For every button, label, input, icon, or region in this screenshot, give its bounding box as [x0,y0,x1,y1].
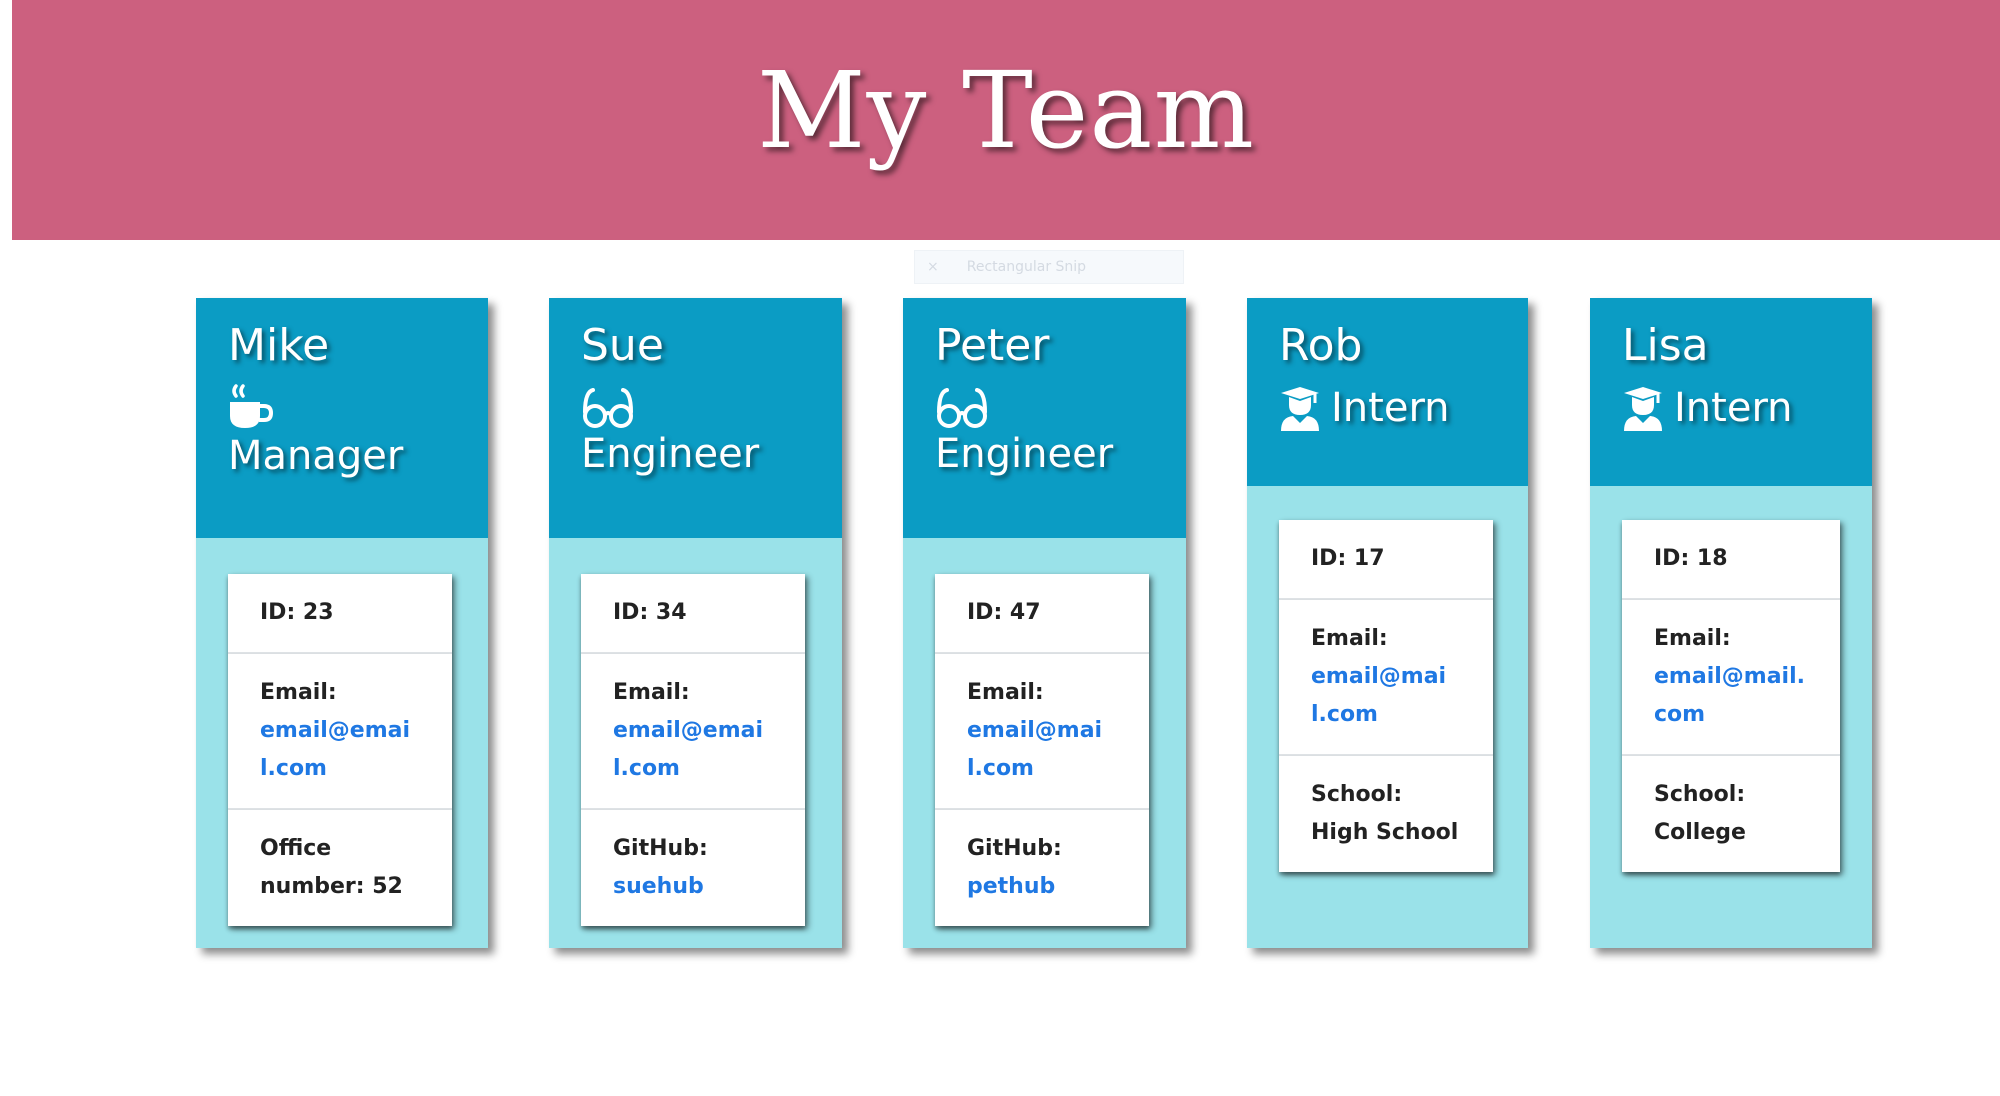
id-item: ID: 18 [1622,520,1840,600]
close-icon[interactable]: × [927,259,939,275]
email-item: Email: email@mail.com [935,654,1149,810]
github-link[interactable]: suehub [613,874,704,899]
employee-card-lisa: Lisa Intern ID: 18 Email: email@mail.com… [1590,298,1872,948]
info-list: ID: 17 Email: email@mail.com School: Hig… [1279,520,1493,872]
info-list: ID: 23 Email: email@email.com Office num… [228,574,452,926]
card-header: Peter Engineer [903,298,1186,538]
employee-card-mike: Mike Manager ID: 23 Email: email@email.c… [196,298,488,948]
employee-name: Mike [228,320,330,371]
info-list: ID: 47 Email: email@mail.com GitHub: pet… [935,574,1149,926]
id-item: ID: 47 [935,574,1149,654]
employee-card-peter: Peter Engineer ID: 47 Email: email@mail.… [903,298,1186,948]
info-list: ID: 34 Email: email@email.com GitHub: su… [581,574,805,926]
email-item: Email: email@email.com [228,654,452,810]
id-item: ID: 17 [1279,520,1493,600]
email-item: Email: email@email.com [581,654,805,810]
school-item: School: High School [1279,756,1493,872]
card-header: Mike Manager [196,298,488,538]
email-link[interactable]: email@mail.com [967,718,1102,781]
employee-card-sue: Sue Engineer ID: 34 Email: email@email.c… [549,298,842,948]
snip-label: Rectangular Snip [966,259,1087,275]
card-header: Lisa Intern [1590,298,1872,486]
page: My Team × Rectangular Snip Mike Manager … [0,0,2000,1096]
card-header: Sue Engineer [549,298,842,538]
email-link[interactable]: email@mail.com [1311,664,1446,727]
email-item: Email: email@mail.com [1279,600,1493,756]
glasses-icon [581,386,635,430]
employee-name: Sue [581,320,664,371]
github-item: GitHub: pethub [935,810,1149,926]
email-link[interactable]: email@email.com [260,718,410,781]
id-item: ID: 34 [581,574,805,654]
email-item: Email: email@mail.com [1622,600,1840,756]
employee-role: Engineer [581,431,760,477]
employee-name: Peter [935,320,1050,371]
info-list: ID: 18 Email: email@mail.com School: Col… [1622,520,1840,872]
github-item: GitHub: suehub [581,810,805,926]
office-number-item: Office number: 52 [228,810,452,926]
employee-role: Intern [1674,385,1793,431]
github-link[interactable]: pethub [967,874,1055,899]
email-link[interactable]: email@email.com [613,718,763,781]
page-header: My Team [12,0,2000,240]
id-item: ID: 23 [228,574,452,654]
employee-name: Rob [1279,320,1363,371]
school-item: School: College [1622,756,1840,872]
graduate-icon [1622,385,1664,431]
graduate-icon [1279,385,1321,431]
employee-name: Lisa [1622,320,1709,371]
coffee-icon [228,384,274,432]
employee-card-rob: Rob Intern ID: 17 Email: email@mail.com … [1247,298,1528,948]
card-header: Rob Intern [1247,298,1528,486]
employee-role: Engineer [935,431,1114,477]
email-link[interactable]: email@mail.com [1654,664,1805,727]
glasses-icon [935,386,989,430]
employee-role: Intern [1331,385,1450,431]
page-title: My Team [756,48,1256,172]
employee-role: Manager [228,433,404,479]
snip-overlay[interactable]: × Rectangular Snip [914,250,1184,284]
